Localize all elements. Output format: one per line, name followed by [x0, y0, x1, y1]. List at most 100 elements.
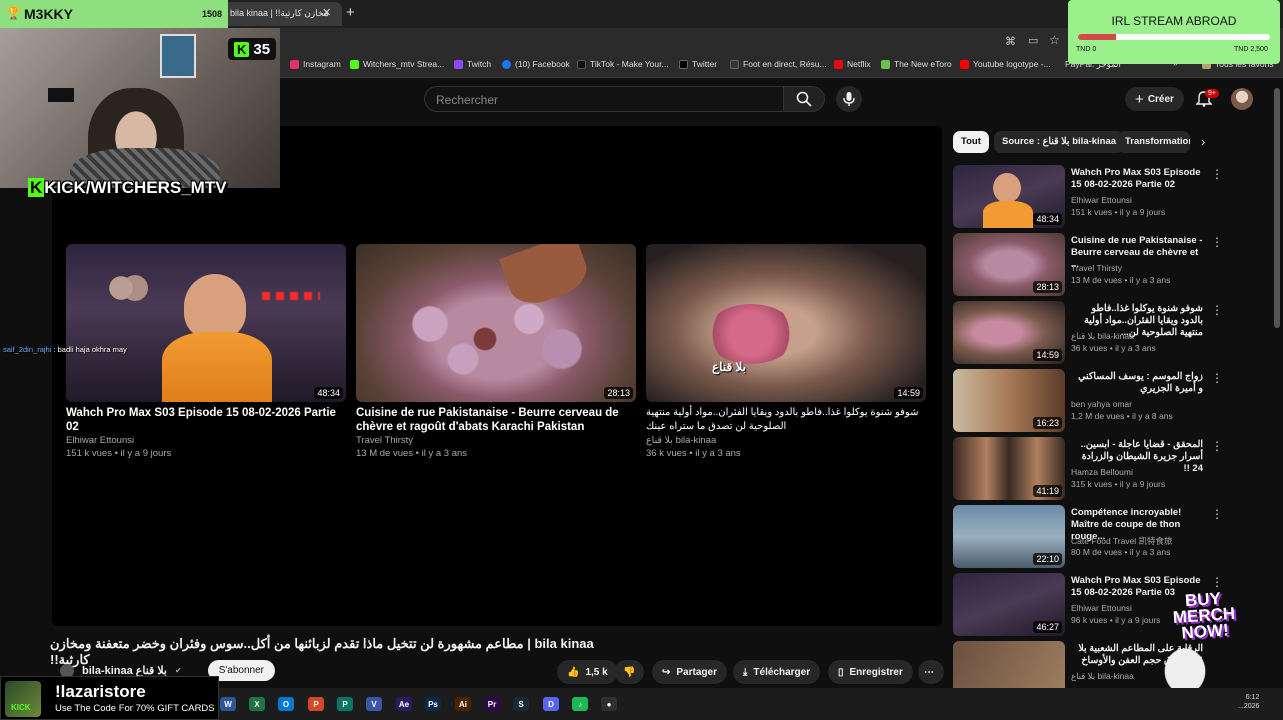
- sidebar-video-title[interactable]: Wahch Pro Max S03 Episode 15 08-02-2026 …: [1071, 167, 1203, 191]
- etoro-icon: [881, 59, 890, 69]
- sidebar-channel[interactable]: Travel Thirsty: [1071, 263, 1122, 273]
- after-effects-icon[interactable]: Ae: [396, 697, 412, 711]
- sidebar-thumbnail[interactable]: 48:34: [953, 165, 1065, 228]
- bookmark-twitter[interactable]: Twitter: [679, 59, 717, 69]
- bookmark-etoro[interactable]: The New eToro: [881, 59, 952, 69]
- bookmark-instagram[interactable]: Instagram: [290, 59, 341, 69]
- share-button[interactable]: ↪ Partager: [652, 660, 727, 684]
- bookmark-tiktok[interactable]: TikTok - Make Your...: [577, 59, 669, 69]
- dislike-button[interactable]: 👎: [614, 660, 644, 684]
- chevron-right-icon[interactable]: ›: [1201, 134, 1205, 149]
- like-button[interactable]: 👍 1,5 k: [557, 660, 618, 684]
- more-horizontal-icon: ⋯: [924, 666, 934, 678]
- bookmark-youtube-logo[interactable]: Youtube logotype -...: [960, 59, 1051, 69]
- sidebar-video-item[interactable]: 14:59 شوفو شنوة يوكلوا غذا..فاطو بالدود …: [953, 301, 1243, 365]
- more-vertical-icon[interactable]: ⋮: [1211, 575, 1223, 589]
- sidebar-video-item[interactable]: 28:13 Cuisine de rue Pakistanaise - Beur…: [953, 233, 1243, 297]
- endscreen-title[interactable]: شوفو شنوة يوكلوا غذا..فاطو بالدود ويقايا…: [646, 406, 926, 434]
- endscreen-thumbnail[interactable]: 28:13: [356, 244, 636, 402]
- endscreen-thumbnail[interactable]: بلا قناع 14:59: [646, 244, 926, 402]
- illustrator-icon[interactable]: Ai: [455, 697, 471, 711]
- sidebar-channel[interactable]: Cate Food Travel 凯特食旅: [1071, 535, 1173, 547]
- sidebar-video-item[interactable]: 22:10 Compétence incroyable! Maître de c…: [953, 505, 1243, 569]
- sidebar-video-item[interactable]: 41:19 المحقق - قضايا عاجلة - ابسين.. أسر…: [953, 437, 1243, 501]
- search-input[interactable]: Rechercher: [424, 86, 784, 112]
- endscreen-channel: بلا قناع bila-kinaa: [646, 435, 717, 446]
- endscreen-title[interactable]: Cuisine de rue Pakistanaise - Beurre cer…: [356, 406, 636, 434]
- duration-badge: 28:13: [1033, 281, 1062, 293]
- steam-icon[interactable]: S: [513, 697, 529, 711]
- sidebar-video-item[interactable]: 48:34 Wahch Pro Max S03 Episode 15 08-02…: [953, 165, 1243, 229]
- sidebar-thumbnail[interactable]: 16:23: [953, 369, 1065, 432]
- netflix-icon: [834, 59, 843, 69]
- sidebar-channel[interactable]: بلا قناع bila-kinaa: [1071, 671, 1134, 682]
- excel-icon[interactable]: X: [249, 697, 265, 711]
- more-vertical-icon[interactable]: ⋮: [1211, 371, 1223, 385]
- sidebar-channel[interactable]: Hamza Belloumi: [1071, 467, 1133, 477]
- premiere-icon[interactable]: Pr: [484, 697, 500, 711]
- sidebar-video-title[interactable]: زواج الموسم : يوسف المساكني و أميرة الجز…: [1071, 371, 1203, 395]
- bookmark-label: Twitch: [467, 59, 492, 69]
- sidebar-channel[interactable]: بلا قناع bila-kinaa: [1071, 331, 1134, 342]
- sidebar-channel[interactable]: ben yahya omar: [1071, 399, 1132, 409]
- voice-search-button[interactable]: [836, 86, 862, 112]
- powerpoint-icon[interactable]: P: [308, 697, 324, 711]
- search-button[interactable]: [783, 86, 825, 112]
- bookmark-twitch[interactable]: Twitch: [454, 59, 491, 69]
- bookmark-label: TikTok - Make Your...: [590, 59, 669, 69]
- sidebar-thumbnail[interactable]: 46:27: [953, 573, 1065, 636]
- save-button[interactable]: ▯ Enregistrer: [828, 660, 913, 684]
- sidebar-thumbnail[interactable]: [953, 641, 1065, 688]
- new-tab-button[interactable]: +: [346, 4, 355, 21]
- sidebar-thumbnail[interactable]: 14:59: [953, 301, 1065, 364]
- obs-icon[interactable]: ●: [601, 697, 617, 711]
- bookmark-facebook[interactable]: (10) Facebook: [502, 59, 570, 69]
- streamer-badge: 🏆 M3KKY 1508: [0, 0, 228, 28]
- page-scrollbar[interactable]: [1274, 88, 1280, 328]
- bookmark-netflix[interactable]: Netflix: [834, 59, 871, 69]
- system-clock[interactable]: 6:12 ...2026: [1238, 693, 1259, 711]
- spotify-icon[interactable]: ♪: [572, 697, 588, 711]
- sidebar-channel[interactable]: Elhiwar Ettounsi: [1071, 195, 1132, 205]
- endscreen-video-card[interactable]: بلا قناع 14:59 شوفو شنوة يوكلوا غذا..فاط…: [646, 244, 926, 460]
- discord-icon[interactable]: D: [543, 697, 559, 711]
- chip-all[interactable]: Tout: [953, 131, 989, 153]
- sidebar-thumbnail[interactable]: 28:13: [953, 233, 1065, 296]
- word-icon[interactable]: W: [220, 697, 236, 711]
- publisher-icon[interactable]: P: [337, 697, 353, 711]
- more-vertical-icon[interactable]: ⋮: [1211, 167, 1223, 181]
- close-tab-icon[interactable]: ✕: [322, 6, 331, 19]
- sidebar-video-item[interactable]: 16:23 زواج الموسم : يوسف المساكني و أمير…: [953, 369, 1243, 433]
- bookmark-label: Netflix: [847, 59, 871, 69]
- translate-icon[interactable]: ⌘: [1005, 35, 1016, 48]
- sidebar-channel[interactable]: Elhiwar Ettounsi: [1071, 603, 1132, 613]
- more-vertical-icon[interactable]: ⋮: [1211, 507, 1223, 521]
- goal-title: IRL STREAM ABROAD: [1111, 14, 1237, 28]
- outlook-icon[interactable]: O: [278, 697, 294, 711]
- endscreen-title[interactable]: Wahch Pro Max S03 Episode 15 08-02-2026 …: [66, 406, 346, 434]
- more-vertical-icon[interactable]: ⋮: [1211, 235, 1223, 249]
- sidebar-thumbnail[interactable]: 41:19: [953, 437, 1065, 500]
- bookmark-kick[interactable]: Witchers_mtv Strea...: [350, 59, 444, 69]
- photoshop-icon[interactable]: Ps: [425, 697, 441, 711]
- more-vertical-icon[interactable]: ⋮: [1211, 439, 1223, 453]
- tiktok-icon: [577, 59, 586, 69]
- bookmark-foot[interactable]: Foot en direct, Résu...: [730, 59, 827, 69]
- bookmark-star-icon[interactable]: ☆: [1049, 33, 1060, 47]
- visio-icon[interactable]: V: [366, 697, 382, 711]
- download-button[interactable]: ⤓ Télécharger: [733, 660, 821, 684]
- thumbs-down-icon: 👎: [623, 666, 636, 678]
- verified-icon: ✔: [174, 666, 182, 675]
- endscreen-video-card[interactable]: 28:13 Cuisine de rue Pakistanaise - Beur…: [356, 244, 636, 460]
- chip-source[interactable]: Source : بلا قناع bila-kinaa: [994, 131, 1125, 153]
- account-avatar[interactable]: [1231, 88, 1253, 110]
- duration-badge: 48:34: [314, 387, 343, 399]
- kick-viewers-badge: K 35: [228, 38, 277, 60]
- more-actions-button[interactable]: ⋯: [918, 660, 944, 684]
- create-button[interactable]: + Créer: [1125, 87, 1184, 111]
- chip-transformation[interactable]: Transformation: [1117, 131, 1190, 153]
- endscreen-thumbnail[interactable]: 48:34: [66, 244, 346, 402]
- cast-icon[interactable]: ▭: [1028, 34, 1038, 47]
- more-vertical-icon[interactable]: ⋮: [1211, 303, 1223, 317]
- sidebar-thumbnail[interactable]: 22:10: [953, 505, 1065, 568]
